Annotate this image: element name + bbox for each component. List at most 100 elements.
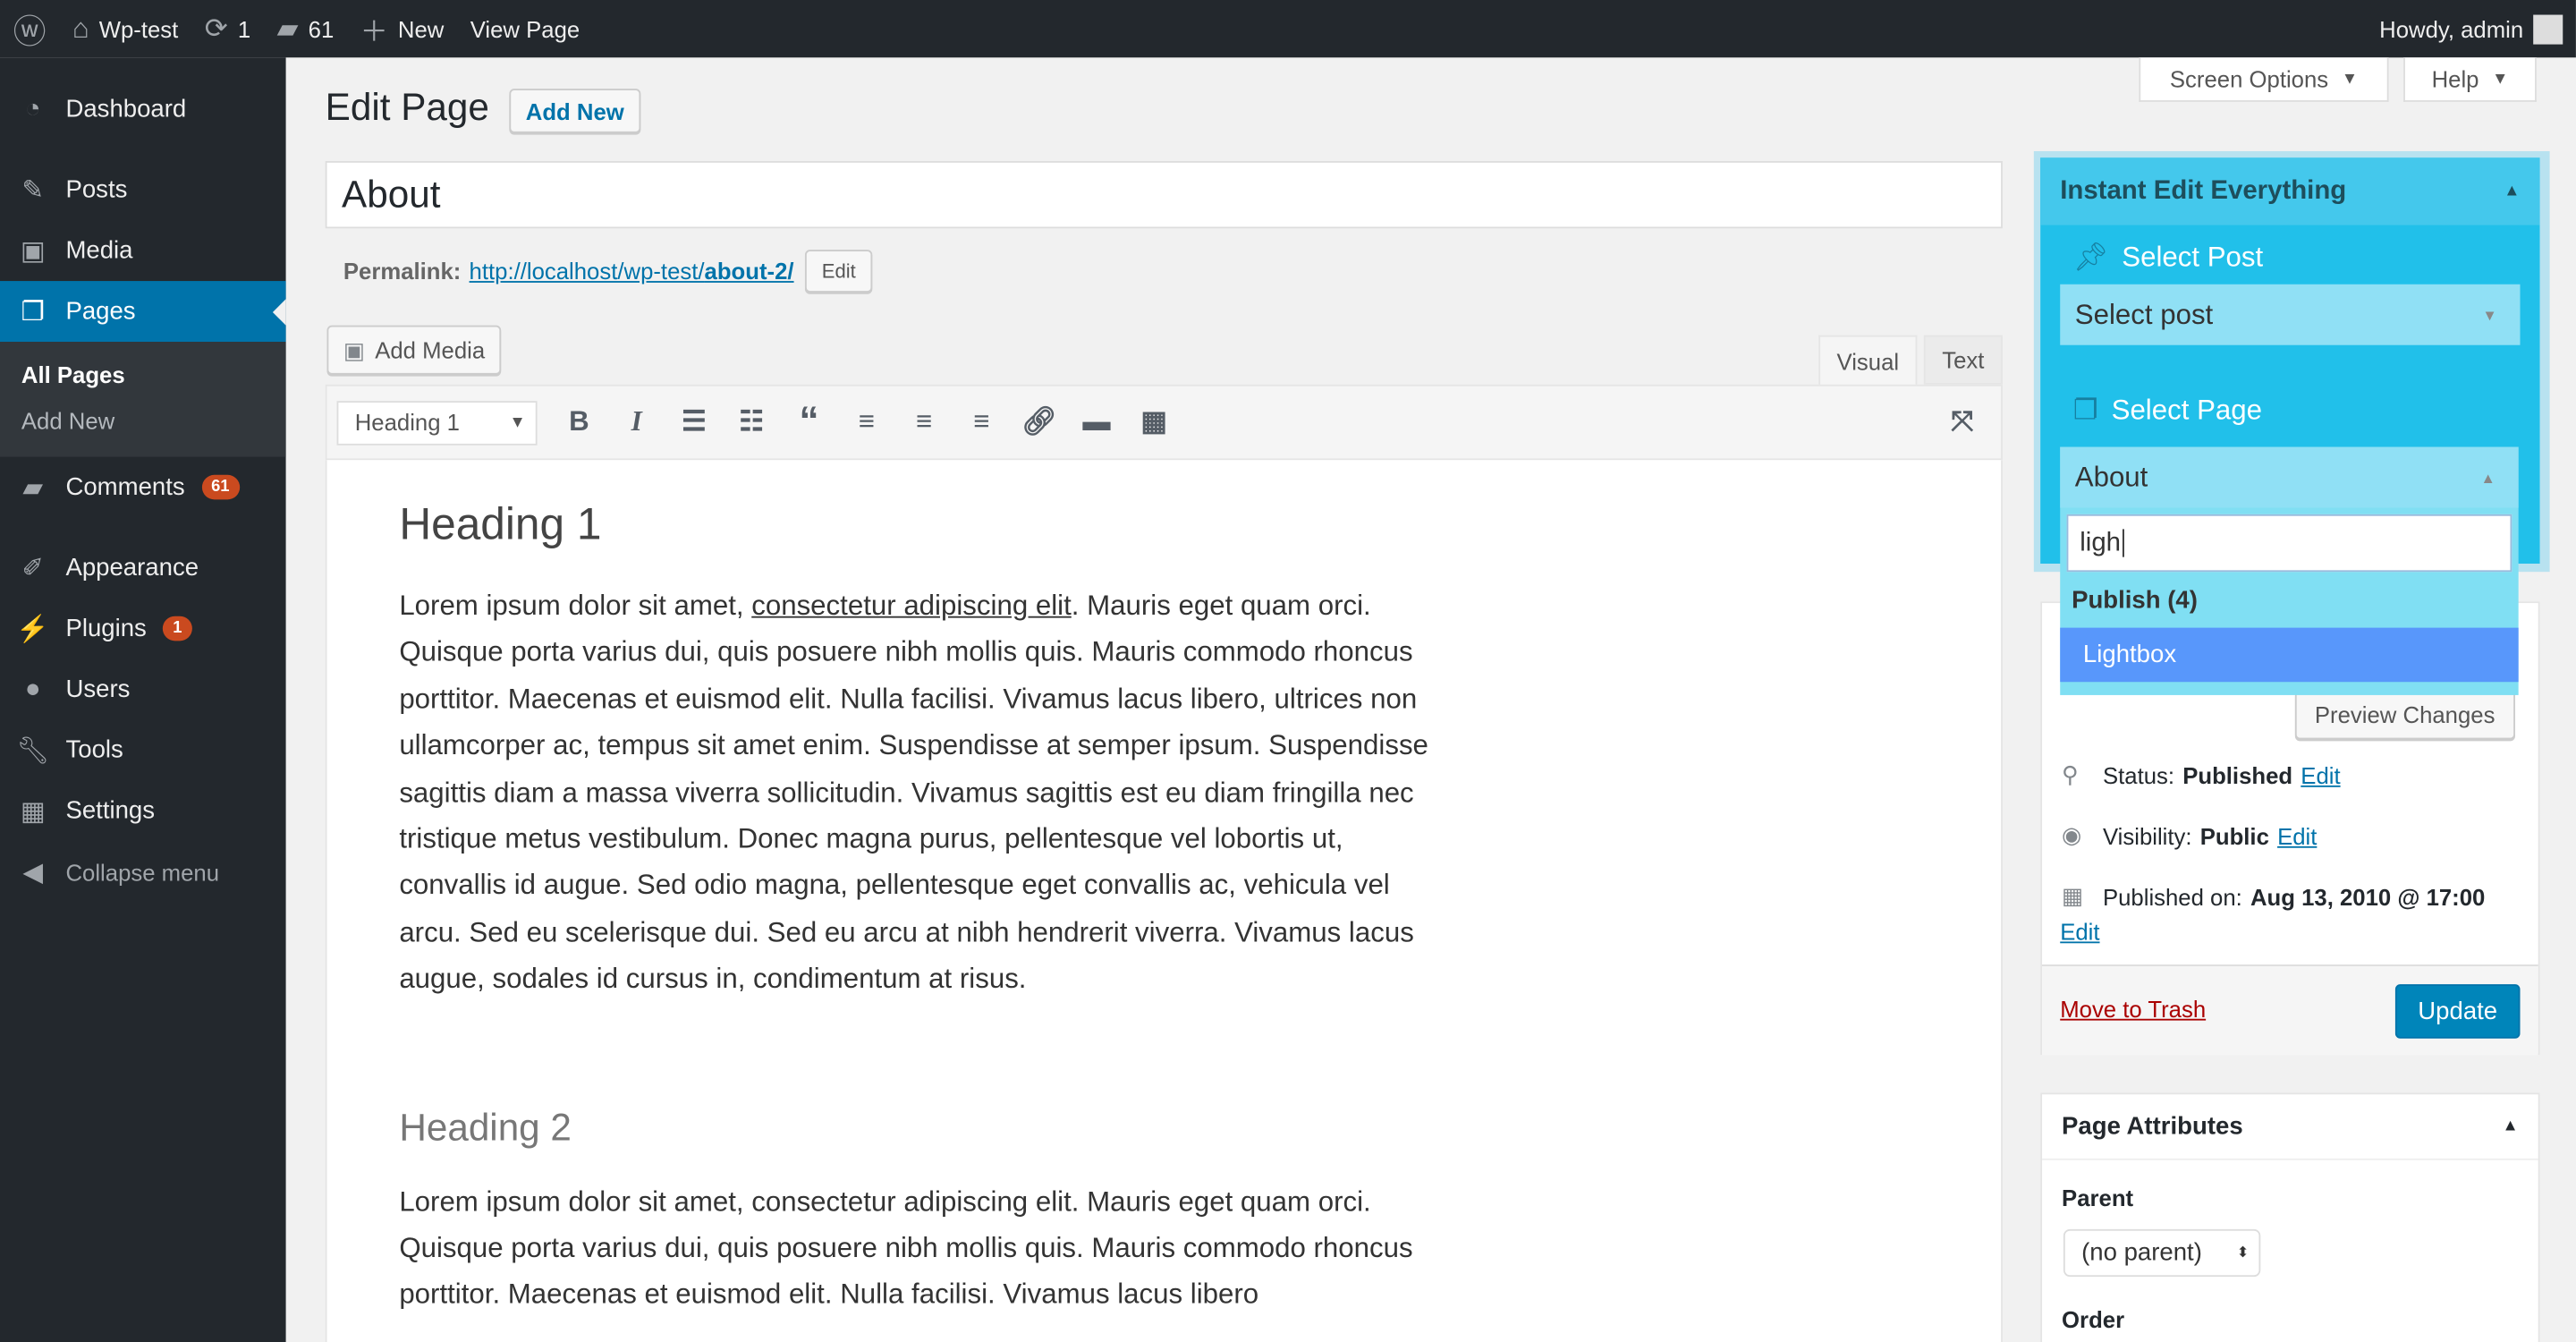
caret-down-icon: ▼ — [2482, 306, 2497, 323]
title: Page Attributes — [2062, 1112, 2243, 1141]
permalink-link[interactable]: http://localhost/wp-test/about-2/ — [470, 258, 794, 284]
content-heading-1: Heading 1 — [399, 499, 602, 549]
sidebar-item-settings[interactable]: ▦ Settings — [0, 780, 286, 841]
title-input[interactable]: About — [325, 160, 2003, 229]
pin-icon: ⚲ — [2062, 760, 2079, 787]
add-new-button[interactable]: Add New — [509, 89, 641, 133]
comments-badge: 61 — [201, 474, 240, 500]
select-page-dropdown[interactable]: About ▲ — [2060, 446, 2519, 508]
label: Heading 1 — [354, 409, 460, 436]
add-media-button[interactable]: ▣ Add Media — [326, 325, 502, 375]
content-paragraph-2: Lorem ipsum dolor sit amet, consectetur … — [399, 1185, 1413, 1311]
instant-edit-header[interactable]: Instant Edit Everything ▲ — [2040, 157, 2540, 225]
tab-text[interactable]: Text — [1923, 335, 2003, 385]
label: Comments — [65, 472, 185, 502]
sidebar-item-dashboard[interactable]: ◔ Dashboard — [0, 79, 286, 140]
sidebar-item-appearance[interactable]: ✐ Appearance — [0, 538, 286, 599]
edit-status-link[interactable]: Edit — [2301, 761, 2340, 787]
wp-admin: ⓦ ⌂ Wp-test ⟳ 1 ▰ 61 ＋ New View Page Howdy, … — [0, 0, 2576, 1342]
updates-link[interactable]: ⟳ 1 — [191, 0, 264, 57]
content-heading-2: Heading 2 — [399, 1105, 572, 1149]
text: . Mauris eget quam orci. Quisque porta v… — [399, 590, 1428, 995]
comment-icon: ▰ — [276, 12, 299, 44]
submenu-all-pages[interactable]: All Pages — [0, 352, 286, 397]
label: Status: — [2102, 761, 2175, 788]
parent-select[interactable]: (no parent) ⬍ — [2063, 1228, 2261, 1278]
value: (no parent) — [2081, 1238, 2202, 1268]
italic-icon[interactable]: I — [608, 406, 665, 439]
page-attributes-header[interactable]: Page Attributes ▲ — [2042, 1094, 2538, 1160]
link-icon[interactable]: 🔗︎ — [1011, 406, 1068, 439]
eye-icon: ◉ — [2062, 821, 2082, 848]
text-cursor — [2122, 529, 2124, 557]
wrench-icon: 🔧︎ — [16, 736, 50, 765]
value: ligh — [2080, 529, 2122, 557]
select-post-dropdown[interactable]: Select post ▼ — [2060, 284, 2521, 345]
base: http://localhost/wp-test/ — [469, 258, 705, 285]
edit-visibility-link[interactable]: Edit — [2277, 822, 2317, 848]
tab-visual[interactable]: Visual — [1818, 335, 1918, 386]
order-label: Order — [2062, 1306, 2125, 1333]
sidebar-item-posts[interactable]: ✎ Posts — [0, 159, 286, 220]
read-more-icon[interactable]: ▬ — [1068, 406, 1125, 439]
sidebar-item-tools[interactable]: 🔧︎ Tools — [0, 719, 286, 780]
toolbar-toggle-icon[interactable]: ▦ — [1125, 406, 1182, 439]
move-to-trash-link[interactable]: Move to Trash — [2060, 996, 2206, 1022]
editor-toolbar: Heading 1 ▼ B I ☰ ☷ “ ≡ ≡ ≡ 🔗︎ ▬ ▦ ⤧ — [325, 384, 2003, 461]
published-row: ▦ Published on: Aug 13, 2010 @ 17:00 — [2062, 882, 2485, 910]
label: Dashboard — [65, 95, 187, 123]
preview-changes-button[interactable]: Preview Changes — [2294, 690, 2515, 740]
site-name: Wp-test — [98, 15, 179, 42]
pages-icon: ❐ — [2072, 394, 2098, 426]
content-link[interactable]: consectetur adipiscing elit — [751, 590, 1072, 621]
fullscreen-icon[interactable]: ⤧ — [1934, 406, 1991, 439]
update-button[interactable]: Update — [2394, 984, 2521, 1039]
sidebar-item-media[interactable]: ▣ Media — [0, 220, 286, 281]
permalink-label: Permalink: — [343, 258, 462, 285]
bullet-list-icon[interactable]: ☰ — [665, 406, 723, 439]
numbered-list-icon[interactable]: ☷ — [723, 406, 780, 439]
label: Select Page — [2111, 394, 2263, 426]
page-attributes-box: Page Attributes ▲ Parent (no parent) ⬍ Ord… — [2040, 1092, 2540, 1342]
new-link[interactable]: ＋ New — [347, 0, 457, 57]
help-button[interactable]: Help ▼ — [2403, 57, 2537, 102]
media-icon: ▣ — [343, 336, 366, 362]
submenu-add-new[interactable]: Add New — [0, 397, 286, 443]
view-label: View Page — [470, 15, 580, 42]
view-page-link[interactable]: View Page — [457, 0, 593, 57]
page-search-input[interactable]: ligh — [2066, 514, 2512, 573]
brush-icon: ✐ — [21, 554, 45, 583]
editor-content[interactable]: Heading 1 Lorem ipsum dolor sit amet, co… — [325, 460, 2003, 1342]
avatar — [2533, 13, 2563, 44]
collapse-icon: ◀ — [22, 858, 44, 887]
updown-icon: ⬍ — [2236, 1244, 2250, 1261]
wp-logo-icon[interactable]: ⓦ — [0, 0, 59, 57]
screen-options-button[interactable]: Screen Options ▼ — [2139, 57, 2389, 102]
visibility-value: Public — [2199, 822, 2269, 849]
sidebar-item-plugins[interactable]: ⚡ Plugins 1 — [0, 599, 286, 659]
format-select[interactable]: Heading 1 ▼ — [336, 400, 538, 445]
blockquote-icon[interactable]: “ — [780, 399, 837, 445]
edit-slug-button[interactable]: Edit — [805, 250, 873, 293]
align-left-icon[interactable]: ≡ — [838, 406, 895, 439]
sidebar-item-pages[interactable]: ❐ Pages — [0, 281, 286, 343]
sidebar-item-users[interactable]: ● Users — [0, 659, 286, 720]
site-link[interactable]: ⌂ Wp-test — [59, 0, 191, 57]
option-lightbox[interactable]: Lightbox — [2060, 627, 2519, 683]
sidebar-item-comments[interactable]: ▰ Comments 61 — [0, 457, 286, 518]
account-menu[interactable]: Howdy, admin — [2366, 0, 2575, 57]
dashboard-icon: ◔ — [24, 94, 41, 123]
permalink: Permalink: http://localhost/wp-test/abou… — [343, 250, 873, 293]
comments-link[interactable]: ▰ 61 — [264, 0, 347, 57]
collapse-menu[interactable]: ◀ Collapse menu — [0, 841, 286, 902]
published-value: Aug 13, 2010 @ 17:00 — [2250, 883, 2486, 910]
comment-icon: ▰ — [22, 473, 44, 503]
edit-date-link[interactable]: Edit — [2060, 919, 2099, 945]
align-center-icon[interactable]: ≡ — [895, 406, 953, 439]
slug: about-2/ — [704, 258, 794, 285]
content-paragraph-1: Lorem ipsum dolor sit amet, consectetur … — [399, 583, 1450, 1004]
bold-icon[interactable]: B — [550, 406, 607, 439]
align-right-icon[interactable]: ≡ — [953, 406, 1010, 439]
label: Published on: — [2102, 883, 2242, 910]
plugins-badge: 1 — [163, 616, 192, 641]
